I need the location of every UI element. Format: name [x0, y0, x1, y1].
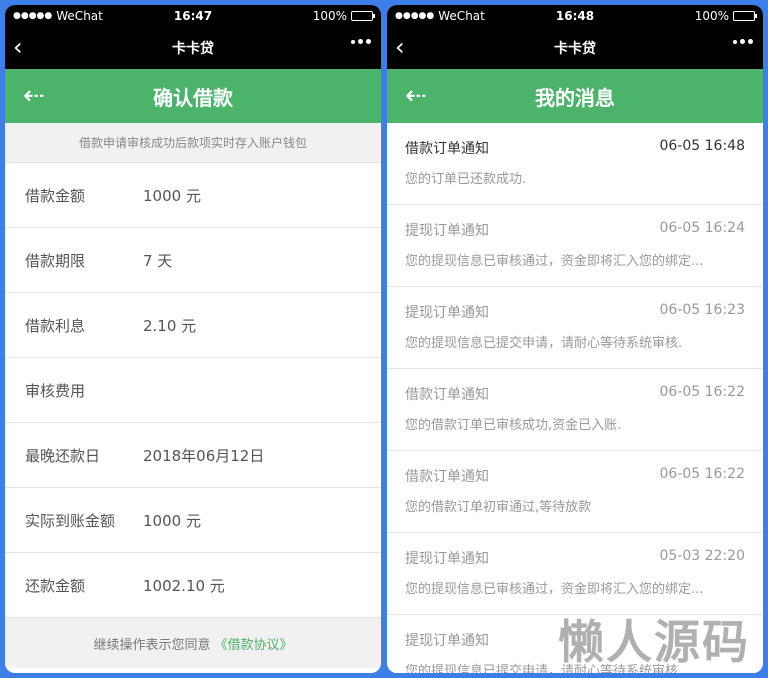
status-bar: ●●●●● WeChat 16:48 100%: [387, 5, 763, 27]
message-title: 借款订单通知: [405, 387, 489, 403]
detail-label: 还款金额: [25, 576, 86, 595]
back-arrow-icon[interactable]: ⇠: [23, 83, 45, 109]
detail-value: 1002.10 元: [143, 576, 225, 595]
back-arrow-icon[interactable]: ⇠: [405, 83, 427, 109]
page-header: ⇠ 确认借款: [5, 69, 381, 123]
detail-label: 借款利息: [25, 316, 86, 335]
detail-value: 7 天: [143, 251, 173, 270]
message-title: 提现订单通知: [405, 305, 489, 321]
messages-screen: ●●●●● WeChat 16:48 100% ‹ 卡卡贷 ⇠ 我的消息 借款订…: [387, 5, 763, 673]
detail-label: 借款金额: [25, 186, 86, 205]
loan-confirm-screen: ●●●●● WeChat 16:47 100% ‹ 卡卡贷 ⇠ 确认借款 借款申…: [5, 5, 381, 673]
message-item[interactable]: 提现订单通知 06-05 16:24 您的提现信息已审核通过，资金即将汇入您的绑定…: [387, 205, 763, 287]
signal-icon: ●●●●●: [395, 11, 435, 21]
more-menu-icon[interactable]: [351, 39, 371, 44]
message-item[interactable]: 借款订单通知 06-05 16:48 您的订单已还款成功.: [387, 123, 763, 205]
page-header: ⇠ 我的消息: [387, 69, 763, 123]
detail-row-due-date: 最晚还款日 2018年06月12日: [5, 423, 381, 488]
detail-value: 2.10 元: [143, 316, 197, 335]
nav-title: 卡卡贷: [172, 41, 214, 57]
message-time: 06-05 16:22: [659, 384, 745, 400]
message-time: 06-05 16:22: [659, 466, 745, 482]
back-chevron-icon[interactable]: ‹: [13, 35, 23, 59]
carrier-label: WeChat: [56, 9, 103, 23]
message-body: 您的提现信息已提交申请，请耐心等待系统审核.: [405, 664, 683, 673]
detail-row-term: 借款期限 7 天: [5, 228, 381, 293]
detail-label: 审核费用: [25, 381, 86, 400]
detail-value: 1000 元: [143, 511, 201, 530]
battery-percent: 100%: [312, 9, 347, 23]
notice-banner: 借款申请审核成功后款项实时存入账户钱包: [5, 123, 381, 163]
message-item[interactable]: 借款订单通知 06-05 16:22 您的借款订单已审核成功,资金已入账.: [387, 369, 763, 451]
message-time: 05-03 22:20: [659, 548, 745, 564]
message-title: 借款订单通知: [405, 141, 489, 157]
message-time: 06-05 16:23: [659, 302, 745, 318]
detail-value: 1000 元: [143, 186, 201, 205]
message-item[interactable]: 借款订单通知 06-05 16:22 您的借款订单初审通过,等待放款: [387, 451, 763, 533]
more-menu-icon[interactable]: [733, 39, 753, 44]
agreement-notice: 继续操作表示您同意 《借款协议》: [5, 618, 381, 668]
detail-row-received: 实际到账金额 1000 元: [5, 488, 381, 553]
message-time: 06-05 16:24: [659, 220, 745, 236]
wechat-navbar: ‹ 卡卡贷: [387, 27, 763, 69]
page-title: 确认借款: [153, 85, 233, 110]
page-title: 我的消息: [535, 85, 615, 110]
message-body: 您的提现信息已提交申请，请耐心等待系统审核.: [405, 336, 683, 351]
message-list: 借款订单通知 06-05 16:48 您的订单已还款成功. 提现订单通知 06-05…: [387, 123, 763, 673]
detail-value: 2018年06月12日: [143, 446, 265, 465]
detail-row-interest: 借款利息 2.10 元: [5, 293, 381, 358]
battery-icon: [733, 11, 757, 21]
wechat-navbar: ‹ 卡卡贷: [5, 27, 381, 69]
message-body: 您的提现信息已审核通过，资金即将汇入您的绑定...: [405, 582, 704, 597]
signal-icon: ●●●●●: [13, 11, 53, 21]
message-body: 您的订单已还款成功.: [405, 172, 527, 187]
agreement-text: 继续操作表示您同意: [93, 637, 211, 653]
detail-row-review-fee: 审核费用: [5, 358, 381, 423]
message-item[interactable]: 提现订单通知 05-03 22:20 您的提现信息已审核通过，资金即将汇入您的绑定…: [387, 533, 763, 615]
message-item[interactable]: 提现订单通知 您的提现信息已提交申请，请耐心等待系统审核.: [387, 615, 763, 673]
message-body: 您的借款订单已审核成功,资金已入账.: [405, 418, 622, 433]
status-bar: ●●●●● WeChat 16:47 100%: [5, 5, 381, 27]
detail-label: 实际到账金额: [25, 511, 116, 530]
detail-row-amount: 借款金额 1000 元: [5, 163, 381, 228]
battery-icon: [351, 11, 375, 21]
battery-percent: 100%: [694, 9, 729, 23]
message-title: 提现订单通知: [405, 633, 489, 649]
message-title: 借款订单通知: [405, 469, 489, 485]
carrier-label: WeChat: [438, 9, 485, 23]
loan-agreement-link[interactable]: 《借款协议》: [215, 634, 293, 653]
message-item[interactable]: 提现订单通知 06-05 16:23 您的提现信息已提交申请，请耐心等待系统审核.: [387, 287, 763, 369]
message-body: 您的借款订单初审通过,等待放款: [405, 500, 592, 515]
detail-row-repayment: 还款金额 1002.10 元: [5, 553, 381, 618]
message-body: 您的提现信息已审核通过，资金即将汇入您的绑定...: [405, 254, 704, 269]
message-title: 提现订单通知: [405, 223, 489, 239]
detail-label: 最晚还款日: [25, 446, 101, 465]
message-time: 06-05 16:48: [659, 138, 745, 154]
nav-title: 卡卡贷: [554, 41, 596, 57]
loan-detail-list: 借款金额 1000 元 借款期限 7 天 借款利息 2.10 元 审核费用 最晚…: [5, 163, 381, 618]
back-chevron-icon[interactable]: ‹: [395, 35, 405, 59]
detail-label: 借款期限: [25, 251, 86, 270]
message-title: 提现订单通知: [405, 551, 489, 567]
